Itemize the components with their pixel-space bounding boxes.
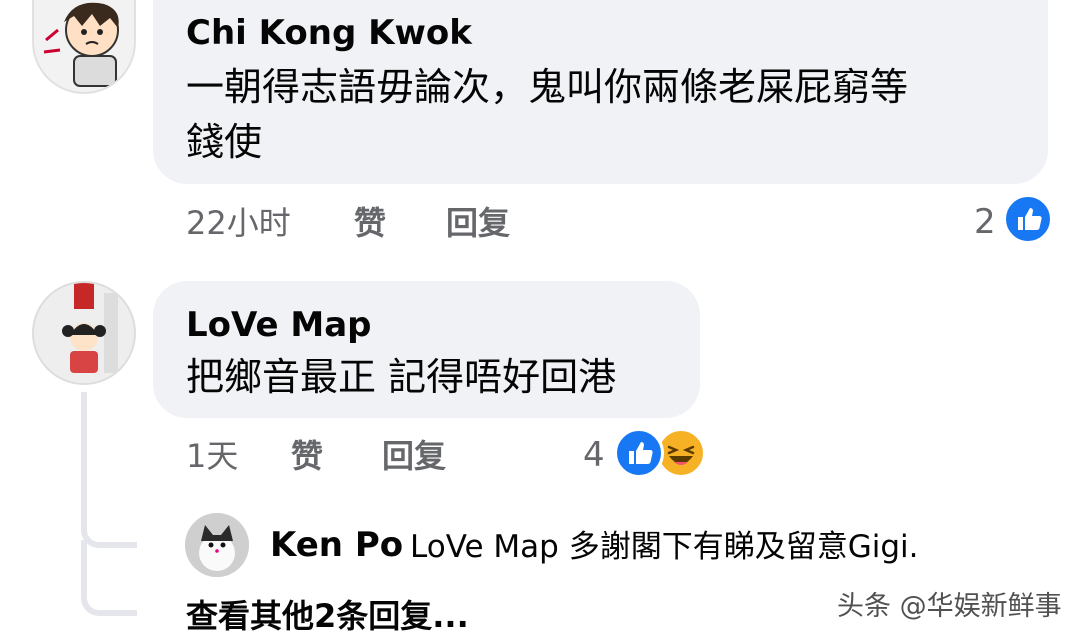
reply-button[interactable]: 回复 [382, 436, 446, 476]
cartoon-avatar-image [43, 2, 119, 87]
avatar-ken-po[interactable] [185, 513, 249, 577]
reaction-count[interactable]: 4 [583, 435, 605, 475]
comment-time[interactable]: 1天 [186, 436, 238, 476]
comment-time[interactable]: 22小时 [186, 203, 291, 243]
comment-author[interactable]: Chi Kong Kwok [186, 13, 472, 53]
comment-text-line: 一朝得志語毋論次，鬼叫你兩條老屎屁窮等 [186, 65, 909, 109]
reaction-count[interactable]: 2 [974, 202, 996, 242]
like-button[interactable]: 赞 [354, 203, 386, 243]
reply-author[interactable]: Ken Po [270, 525, 403, 565]
comment-author[interactable]: LoVe Map [186, 305, 372, 345]
doll-avatar-image [34, 283, 134, 383]
reply-text: LoVe Map 多謝閣下有睇及留意Gigi. [410, 529, 919, 565]
like-icon [614, 428, 664, 478]
cat-avatar-image [185, 513, 249, 577]
like-icon [1003, 194, 1053, 244]
watermark: 头条 @华娱新鲜事 [837, 591, 1062, 622]
comment-text: 把鄉音最正 記得唔好回港 [186, 355, 617, 399]
like-button[interactable]: 赞 [291, 436, 323, 476]
thread-connector-more [81, 540, 137, 616]
view-more-replies-link[interactable]: 查看其他2条回复... [186, 596, 469, 636]
avatar-love-map[interactable] [32, 281, 136, 385]
reply-button[interactable]: 回复 [446, 203, 510, 243]
comment-text-line: 錢使 [186, 120, 263, 164]
avatar-chi-kong-kwok[interactable] [32, 0, 136, 94]
